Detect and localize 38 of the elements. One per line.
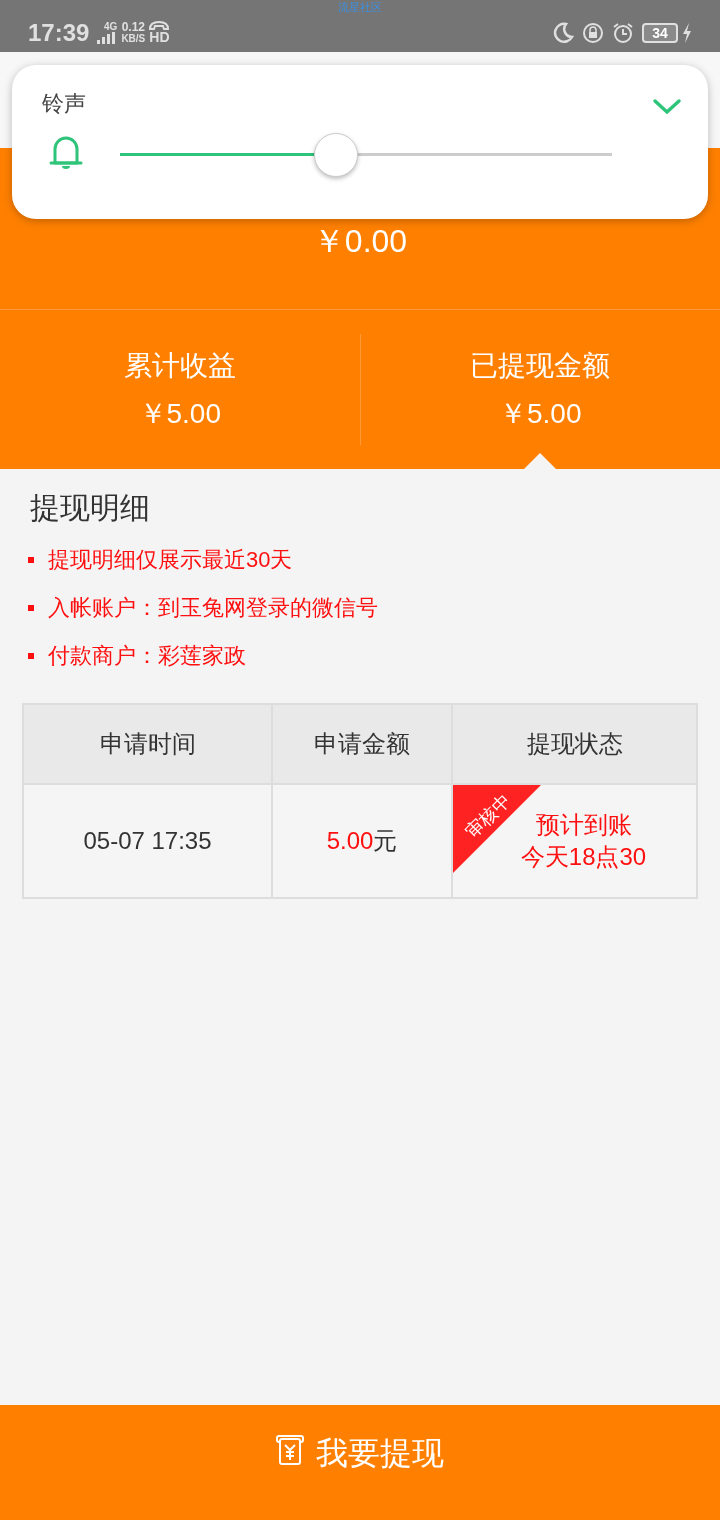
volume-slider[interactable] [120,132,612,176]
status-text: 今天18点30 [520,845,647,869]
alarm-icon [612,22,634,44]
cash-icon [276,1435,304,1465]
stat-value: ￥5.00 [499,399,582,428]
note-text: 提现明细仅展示最近30天 [48,547,293,573]
signal-icon [97,32,118,44]
speed-value: 0.12 [121,21,145,33]
bullet-icon [28,653,34,659]
hd-label: HD [149,30,170,44]
table-cell-text: 05-07 17:35 [82,826,213,856]
rotation-lock-icon [582,22,604,44]
speed-unit: KB/S [121,33,146,44]
volume-label: 铃声 [42,93,86,115]
column-header: 申请时间 [98,729,197,759]
withdraw-button[interactable]: 我要提现 [0,1405,720,1520]
stat-label: 累计收益 [123,351,236,380]
review-status-text: 审核中 [460,788,516,845]
note-text: 付款商户：彩莲家政 [48,643,246,669]
bullet-icon [28,605,34,611]
stat-value: ￥5.00 [138,399,221,428]
clock-time: 17:39 [28,18,90,48]
table-cell: 5.00元 [271,785,451,897]
status-text: 预计到账 [535,813,632,837]
carrier-note: 流星社区 [337,0,383,14]
section-title: 提现明细 [30,493,151,523]
collapse-chevron-icon[interactable] [652,97,682,117]
phone-icon [149,21,170,30]
battery-level: 34 [642,23,678,43]
stat-column[interactable]: 累计收益 ￥5.00 [0,334,360,445]
note-text: 入帐账户：到玉兔网登录的微信号 [48,595,378,621]
balance-amount: ￥0.00 [312,221,408,257]
slider-thumb[interactable] [314,132,359,177]
network-type: 4G [104,22,118,32]
stat-column[interactable]: 已提现金额 ￥5.00 [359,334,720,445]
bullet-icon [28,557,34,563]
stat-label: 已提现金额 [470,351,611,380]
moon-icon [552,22,574,44]
